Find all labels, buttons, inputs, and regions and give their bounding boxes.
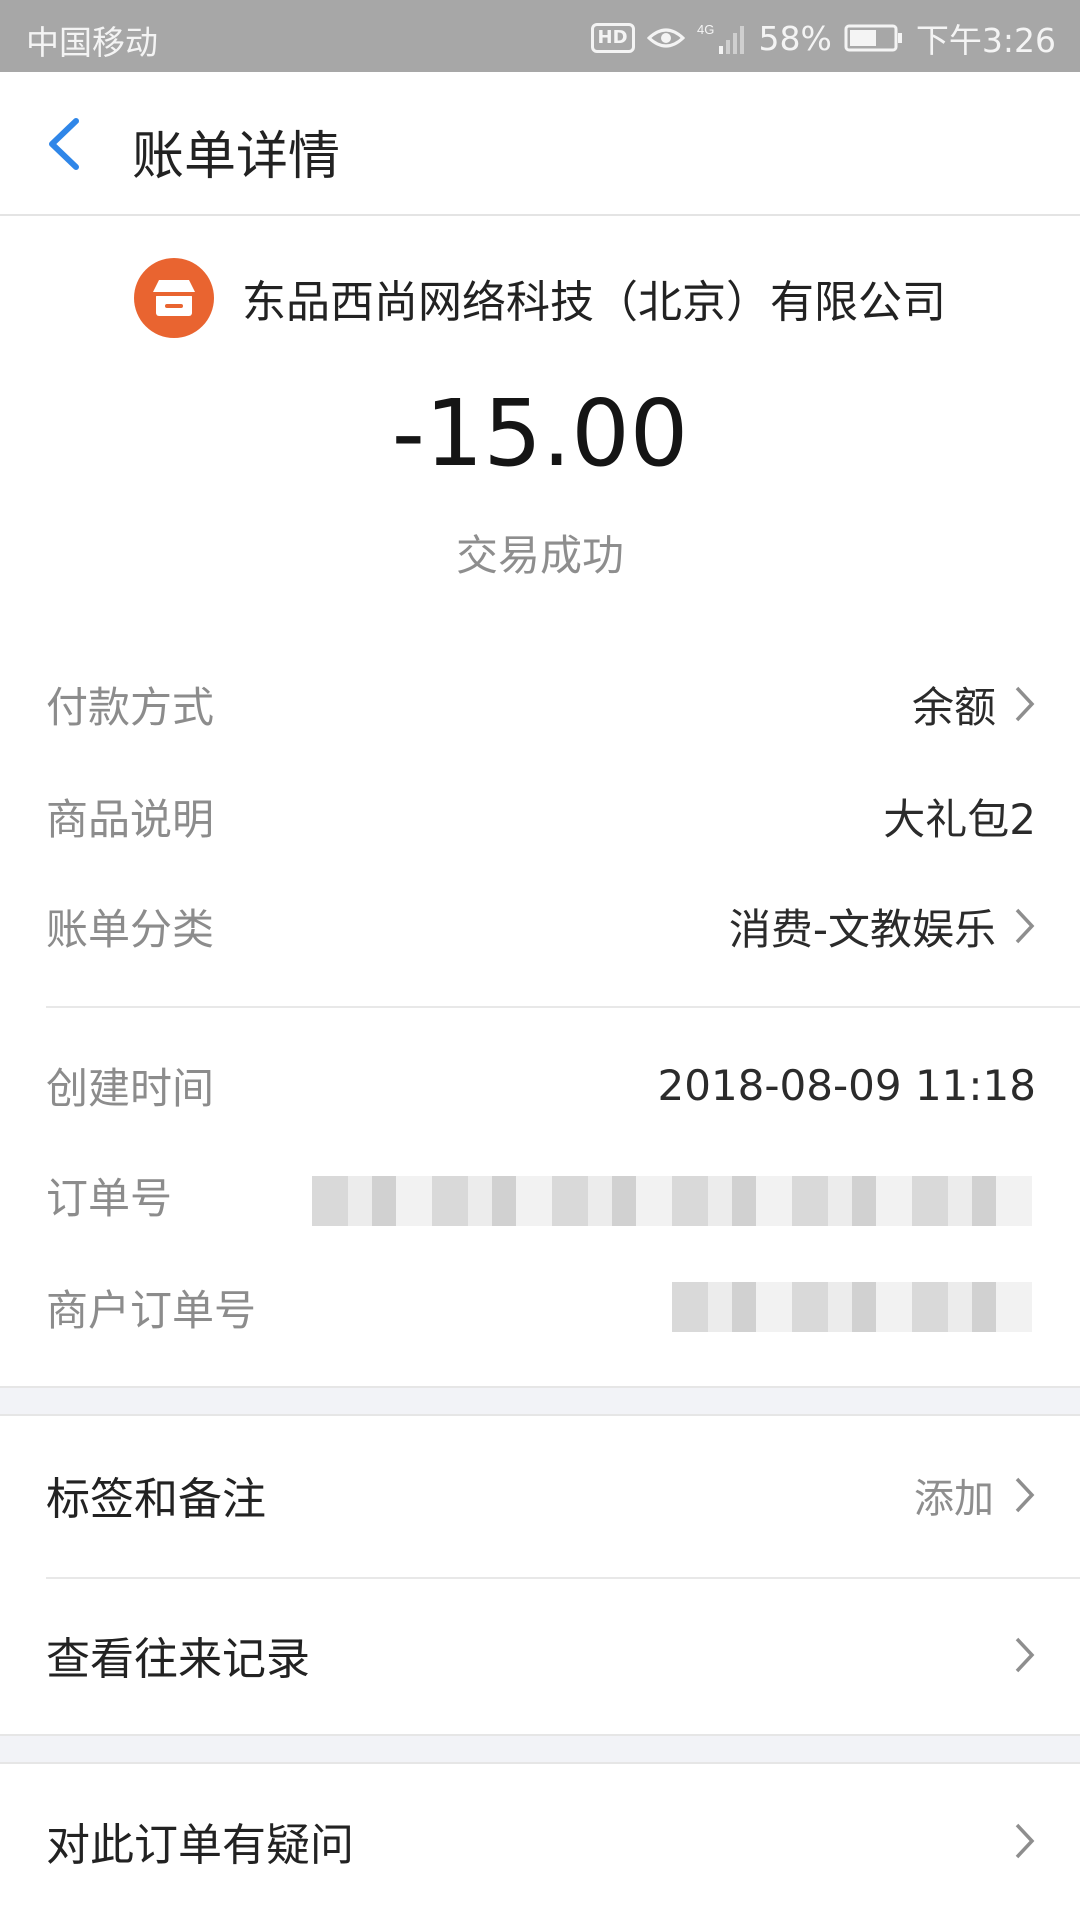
store-icon	[134, 258, 214, 338]
network-type-label: 4G	[697, 22, 714, 37]
section-gap	[0, 1386, 1080, 1416]
masked-merchant-order-number	[672, 1282, 1032, 1332]
chevron-right-icon	[1015, 1823, 1035, 1859]
status-bar: 中国移动 HD 4G 58% 下午3:26	[0, 0, 1080, 72]
merchant-info: 东品西尚网络科技（北京）有限公司	[0, 258, 1080, 338]
app-header: 账单详情	[0, 72, 1080, 216]
action-label: 标签和备注	[46, 1474, 266, 1525]
back-arrow-icon[interactable]	[44, 117, 84, 171]
detail-value: 消费-文教娱乐	[728, 904, 996, 954]
battery-icon	[844, 24, 902, 52]
detail-value: 大礼包2	[883, 794, 1036, 844]
transaction-amount: -15.00	[391, 380, 689, 487]
detail-row-created-time: 创建时间 2018-08-09 11:18	[46, 1055, 1036, 1115]
detail-label: 商户订单号	[46, 1285, 257, 1335]
detail-label: 商品说明	[46, 794, 215, 844]
status-icons: HD 4G 58% 下午3:26	[590, 14, 1056, 62]
action-label: 对此订单有疑问	[46, 1820, 354, 1871]
section-divider	[46, 1006, 1080, 1008]
tags-notes-row[interactable]: 标签和备注 添加	[46, 1460, 1036, 1530]
detail-label: 账单分类	[46, 904, 215, 954]
view-history-row[interactable]: 查看往来记录	[46, 1620, 1036, 1690]
order-question-row[interactable]: 对此订单有疑问	[46, 1806, 1036, 1876]
eye-icon	[646, 28, 685, 48]
action-label: 查看往来记录	[46, 1634, 310, 1685]
masked-order-number	[312, 1176, 1032, 1226]
chevron-right-icon	[1015, 1637, 1035, 1673]
row-divider	[46, 1577, 1080, 1579]
detail-value: 余额	[911, 682, 996, 732]
merchant-name: 东品西尚网络科技（北京）有限公司	[242, 277, 946, 328]
chevron-right-icon	[1015, 686, 1035, 722]
add-tag-link[interactable]: 添加	[914, 1466, 994, 1524]
chevron-right-icon	[1015, 1477, 1035, 1513]
clock-time: 下午3:26	[915, 21, 1056, 60]
detail-label: 创建时间	[46, 1063, 215, 1113]
detail-label: 订单号	[46, 1173, 173, 1223]
chevron-right-icon	[1015, 908, 1035, 944]
store-glyph-icon	[153, 280, 195, 316]
detail-value: 2018-08-09 11:18	[657, 1060, 1036, 1110]
carrier-name: 中国移动	[26, 23, 158, 62]
signal-icon: 4G	[697, 22, 744, 54]
detail-row-bill-category[interactable]: 账单分类 消费-文教娱乐	[46, 896, 1036, 956]
battery-percent: 58%	[758, 18, 832, 58]
transaction-status: 交易成功	[455, 531, 624, 580]
section-gap	[0, 1734, 1080, 1764]
detail-label: 付款方式	[46, 682, 215, 732]
page-title: 账单详情	[132, 127, 341, 187]
hd-icon: HD	[590, 23, 635, 53]
detail-row-product-description: 商品说明 大礼包2	[46, 786, 1036, 846]
detail-row-payment-method[interactable]: 付款方式 余额	[46, 674, 1036, 734]
